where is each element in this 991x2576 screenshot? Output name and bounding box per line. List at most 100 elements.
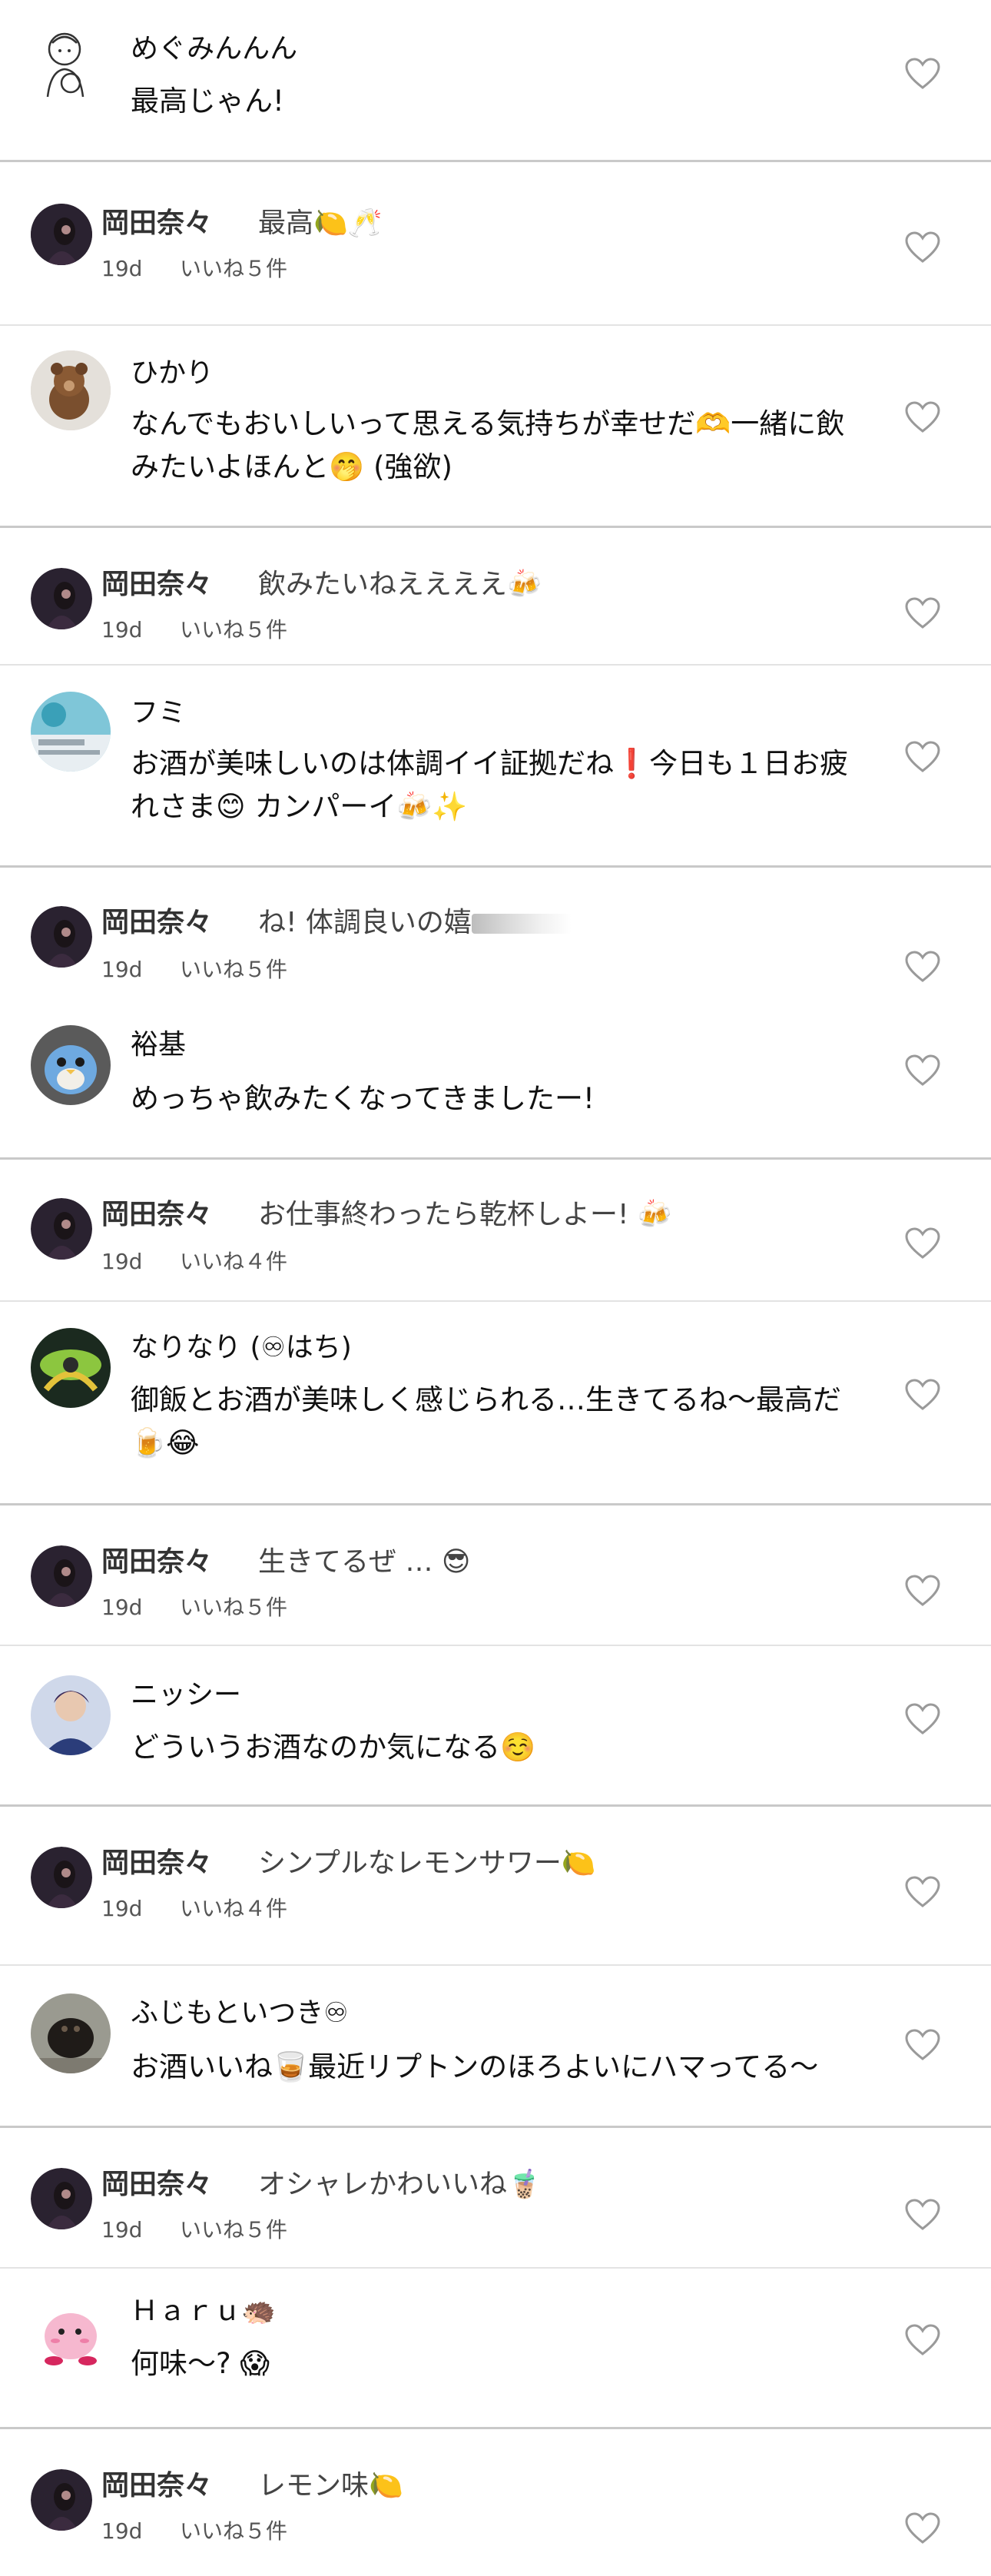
reply-like-count[interactable]: いいね５件 [180,2217,287,2242]
reply-author[interactable]: 岡田奈々 [101,2469,212,2503]
heart-outline-icon[interactable] [905,2512,940,2544]
avatar[interactable] [31,1847,92,1908]
comment-text: なんでもおいしいって思える気持ちが幸せだ🫶一緒に飲みたいよほんと🤭 (強欲) [131,407,845,483]
avatar[interactable] [31,906,92,968]
heart-outline-icon[interactable] [905,1575,940,1607]
comment-text: 何味〜? 😱 [131,2347,270,2380]
heart-outline-icon[interactable] [905,741,940,773]
reply-age: 19d [101,1249,143,1274]
heart-outline-icon[interactable] [905,1054,940,1087]
reply-author[interactable]: 岡田奈々 [101,1198,212,1232]
reply-item: 岡田奈々 ね! 体調良いの嬉 19d いいね５件 [0,865,991,1001]
reply-like-count[interactable]: いいね４件 [180,1896,287,1921]
comment-author[interactable]: めぐみんんん [131,32,297,66]
reply-meta: 19d いいね４件 [101,1896,287,1922]
comment-author[interactable]: 裕基 [131,1028,186,1062]
reply-text: 飲みたいねええええ🍻 [258,569,542,600]
comment-author[interactable]: Ｈａｒｕ🦔 [131,2295,276,2329]
reply-text: オシャレかわいいね🧋 [258,2169,542,2200]
avatar[interactable] [31,1025,111,1105]
avatar[interactable] [31,26,111,106]
reply-meta: 19d いいね５件 [101,256,287,282]
reply-age: 19d [101,1595,143,1620]
comment-text: めっちゃ飲みたくなってきましたー! [131,1082,595,1115]
reply-meta: 19d いいね５件 [101,2518,287,2544]
reply-author[interactable]: 岡田奈々 [101,1847,212,1881]
reply-item: 岡田奈々 レモン味🍋 19d いいね５件 [0,2427,991,2576]
avatar[interactable] [31,1328,111,1408]
comment-item: めぐみんんん 最高じゃん! [0,0,991,160]
comment-item: Ｈａｒｕ🦔 何味〜? 😱 [0,2267,991,2427]
reply-age: 19d [101,2217,143,2242]
reply-item: 岡田奈々 飲みたいねええええ🍻 19d いいね５件 [0,526,991,664]
reply-item: 岡田奈々 シンプルなレモンサワー🍋 19d いいね４件 [0,1804,991,1964]
reply-age: 19d [101,2518,143,2544]
reply-author[interactable]: 岡田奈々 [101,2168,212,2202]
comment-item: ふじもといつき♾ お酒いいね🥃最近リプトンのほろよいにハマってる〜 [0,1964,991,2126]
reply-age: 19d [101,617,143,642]
reply-text: 生きてるぜ … 😎 [258,1546,471,1578]
comment-text: お酒いいね🥃最近リプトンのほろよいにハマってる〜 [131,2050,819,2083]
comment-author[interactable]: ひかり [131,357,214,390]
comment-feed: めぐみんんん 最高じゃん! 岡田奈々 最高🍋🥂 19d いいね５件 ひかり なんで… [0,0,991,2576]
comment-item: 裕基 めっちゃ飲みたくなってきましたー! [0,1001,991,1157]
reply-meta: 19d いいね４件 [101,1249,287,1275]
avatar[interactable] [31,2293,111,2373]
reply-meta: 19d いいね５件 [101,617,287,643]
heart-outline-icon[interactable] [905,401,940,433]
avatar[interactable] [31,2469,92,2531]
heart-outline-icon[interactable] [905,1703,940,1735]
comment-item: なりなり (♾はち) 御飯とお酒が美味しく感じられる…生きてるね〜最高だ🍺😂 [0,1300,991,1503]
heart-outline-icon[interactable] [905,1379,940,1411]
heart-outline-icon[interactable] [905,597,940,629]
avatar[interactable] [31,1993,111,2073]
heart-outline-icon[interactable] [905,231,940,264]
heart-outline-icon[interactable] [905,2029,940,2061]
avatar[interactable] [31,692,111,772]
reply-like-count[interactable]: いいね５件 [180,957,287,982]
reply-like-count[interactable]: いいね４件 [180,1249,287,1274]
comment-author[interactable]: なりなり (♾はち) [131,1331,352,1365]
reply-like-count[interactable]: いいね５件 [180,617,287,642]
comment-author[interactable]: フミ [131,696,186,730]
reply-item: 岡田奈々 生きてるぜ … 😎 19d いいね５件 [0,1503,991,1645]
comment-item: ニッシー どういうお酒なのか気になる☺️ [0,1645,991,1804]
reply-age: 19d [101,1896,143,1921]
reply-meta: 19d いいね５件 [101,957,287,983]
comment-text: どういうお酒なのか気になる☺️ [131,1731,536,1764]
comment-text: 最高じゃん! [131,85,284,118]
comment-text: お酒が美味しいのは体調イイ証拠だね❗今日も１日お疲れさま😊 カンパーイ🍻✨ [131,747,849,823]
reply-text: ね! 体調良いの嬉 [258,907,472,938]
reply-like-count[interactable]: いいね５件 [180,256,287,281]
reply-item: 岡田奈々 最高🍋🥂 19d いいね５件 [0,160,991,324]
avatar[interactable] [31,1198,92,1260]
reply-author[interactable]: 岡田奈々 [101,568,212,602]
heart-outline-icon[interactable] [905,1227,940,1260]
heart-outline-icon[interactable] [905,1876,940,1908]
comment-author[interactable]: ふじもといつき♾ [131,1997,349,2030]
heart-outline-icon[interactable] [905,951,940,983]
reply-like-count[interactable]: いいね５件 [180,2518,287,2544]
comment-item: ひかり なんでもおいしいって思える気持ちが幸せだ🫶一緒に飲みたいよほんと🤭 (強… [0,324,991,526]
reply-text: レモン味🍋 [258,2470,403,2501]
reply-age: 19d [101,256,143,281]
avatar[interactable] [31,568,92,629]
reply-author[interactable]: 岡田奈々 [101,906,212,940]
blurred-text [471,914,572,934]
heart-outline-icon[interactable] [905,58,940,90]
reply-item: 岡田奈々 オシャレかわいいね🧋 19d いいね５件 [0,2126,991,2267]
reply-age: 19d [101,957,143,982]
comment-author[interactable]: ニッシー [131,1678,241,1712]
avatar[interactable] [31,2168,92,2229]
reply-author[interactable]: 岡田奈々 [101,1545,212,1579]
reply-like-count[interactable]: いいね５件 [180,1595,287,1620]
avatar[interactable] [31,1545,92,1607]
avatar[interactable] [31,1675,111,1755]
avatar[interactable] [31,350,111,430]
avatar[interactable] [31,204,92,265]
heart-outline-icon[interactable] [905,2199,940,2231]
reply-item: 岡田奈々 お仕事終わったら乾杯しよー! 🍻 19d いいね４件 [0,1157,991,1300]
heart-outline-icon[interactable] [905,2324,940,2356]
reply-author[interactable]: 岡田奈々 [101,207,212,241]
reply-text-wrap: ね! 体調良いの嬉 [258,906,572,940]
